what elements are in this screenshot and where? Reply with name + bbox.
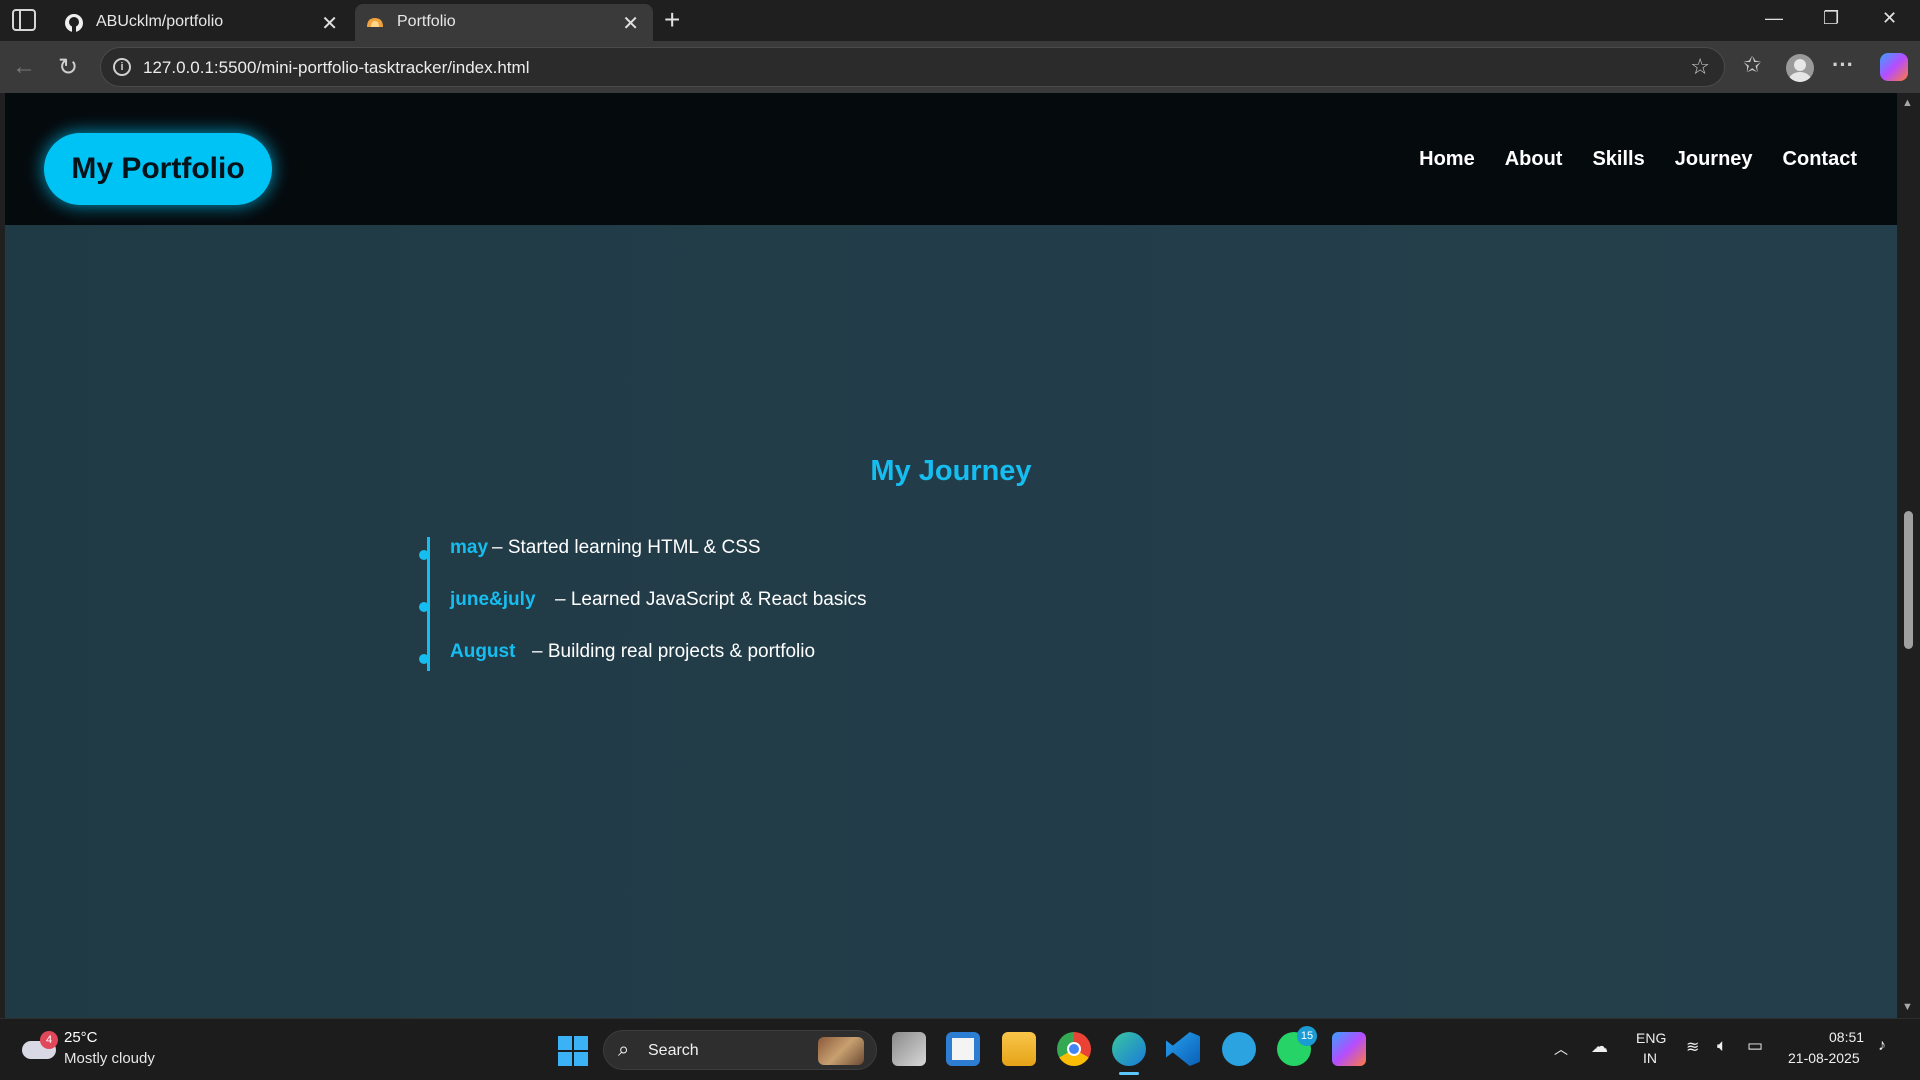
minimize-icon[interactable]: —	[1765, 8, 1783, 29]
timeline-dot	[419, 654, 429, 664]
scroll-up-icon[interactable]: ▲	[1902, 97, 1913, 109]
profile-avatar[interactable]	[1786, 54, 1814, 82]
site-nav: Home About Skills Journey Contact	[1419, 148, 1857, 171]
nav-link-about[interactable]: About	[1505, 148, 1563, 171]
browser-tab-strip: ABUcklm/portfolio ✕ Portfolio ✕ + — ❐ ✕	[0, 0, 1920, 41]
url-text[interactable]: 127.0.0.1:5500/mini-portfolio-tasktracke…	[143, 58, 529, 78]
timeline-date: june&july	[450, 589, 536, 610]
copilot-icon[interactable]	[1880, 53, 1908, 81]
weather-widget[interactable]: 4	[22, 1031, 58, 1059]
language-line2[interactable]: IN	[1643, 1050, 1657, 1066]
copilot-app-icon[interactable]	[1332, 1032, 1366, 1066]
favorites-icon[interactable]: ✩	[1743, 52, 1761, 78]
clock-date[interactable]: 21-08-2025	[1788, 1050, 1860, 1066]
timeline-date: August	[450, 641, 516, 662]
notification-bell-icon[interactable]: ♪	[1878, 1037, 1886, 1055]
clock-time[interactable]: 08:51	[1829, 1029, 1864, 1045]
weather-temp[interactable]: 25°C	[64, 1029, 98, 1046]
more-menu-icon[interactable]: ···	[1832, 52, 1854, 78]
taskbar: 4 25°C Mostly cloudy ⌕ Search 15 ︿ ☁ ENG…	[0, 1018, 1920, 1080]
weather-badge: 4	[40, 1031, 58, 1049]
battery-icon[interactable]: ▭	[1747, 1036, 1763, 1056]
weather-condition[interactable]: Mostly cloudy	[64, 1050, 155, 1067]
tab-close-icon[interactable]: ✕	[622, 11, 639, 36]
nav-link-home[interactable]: Home	[1419, 148, 1475, 171]
wifi-icon[interactable]: ≋	[1686, 1037, 1699, 1057]
tab-portfolio[interactable]: Portfolio ✕	[355, 4, 653, 41]
site-info-icon[interactable]: i	[113, 58, 131, 76]
timeline-dot	[419, 602, 429, 612]
vscode-icon[interactable]	[1166, 1032, 1200, 1066]
search-icon: ⌕	[618, 1039, 630, 1061]
journey-timeline: may – Started learning HTML & CSS june&j…	[419, 537, 1227, 671]
nav-link-skills[interactable]: Skills	[1592, 148, 1644, 171]
github-icon	[65, 14, 83, 32]
onedrive-icon[interactable]: ☁	[1591, 1037, 1608, 1057]
reload-icon[interactable]: ↻	[58, 53, 78, 82]
timeline-date: may	[450, 537, 489, 558]
microsoft-store-icon[interactable]	[946, 1032, 980, 1066]
tab-github[interactable]: ABUcklm/portfolio ✕	[54, 4, 352, 41]
portfolio-favicon-icon	[367, 18, 383, 27]
address-bar[interactable]: i 127.0.0.1:5500/mini-portfolio-tasktrac…	[100, 47, 1725, 87]
telegram-icon[interactable]	[1222, 1032, 1256, 1066]
tab-actions-icon[interactable]	[12, 9, 36, 31]
page-viewport: My Portfolio Home About Skills Journey C…	[5, 93, 1897, 1018]
window-close-icon[interactable]: ✕	[1882, 8, 1897, 29]
tab-title: ABUcklm/portfolio	[96, 13, 224, 30]
favorite-star-icon[interactable]: ☆	[1690, 54, 1710, 80]
scroll-down-icon[interactable]: ▼	[1902, 1001, 1913, 1013]
timeline-text: – Building real projects & portfolio	[532, 641, 816, 662]
file-explorer-icon[interactable]	[1002, 1032, 1036, 1066]
browser-toolbar: ← ↻ i 127.0.0.1:5500/mini-portfolio-task…	[0, 41, 1920, 93]
taskbar-search[interactable]: ⌕ Search	[603, 1030, 877, 1070]
whatsapp-icon[interactable]: 15	[1277, 1026, 1317, 1066]
whatsapp-badge: 15	[1297, 1026, 1317, 1046]
tab-close-icon[interactable]: ✕	[321, 11, 338, 36]
timeline-text: – Learned JavaScript & React basics	[555, 589, 867, 610]
timeline-dot	[419, 550, 429, 560]
task-view-icon[interactable]	[892, 1032, 926, 1066]
nav-link-journey[interactable]: Journey	[1675, 148, 1753, 171]
edge-icon[interactable]	[1112, 1032, 1146, 1075]
restore-icon[interactable]: ❐	[1823, 8, 1839, 29]
hidden-icons-chevron-icon[interactable]: ︿	[1554, 1039, 1568, 1059]
start-button[interactable]	[558, 1036, 588, 1066]
chrome-icon[interactable]	[1057, 1032, 1091, 1066]
back-icon[interactable]: ←	[12, 53, 36, 81]
search-label: Search	[648, 1042, 699, 1059]
site-logo[interactable]: My Portfolio	[44, 133, 272, 205]
new-tab-button[interactable]: +	[664, 4, 680, 36]
page-scrollbar[interactable]: ▲ ▼	[1897, 93, 1920, 1018]
language-line1[interactable]: ENG	[1636, 1030, 1666, 1046]
timeline-text: – Started learning HTML & CSS	[492, 537, 761, 558]
search-highlight-image	[818, 1037, 864, 1065]
site-header: My Portfolio Home About Skills Journey C…	[5, 93, 1897, 225]
nav-link-contact[interactable]: Contact	[1783, 148, 1857, 171]
scrollbar-thumb[interactable]	[1904, 511, 1913, 649]
volume-icon[interactable]: 🔈︎	[1717, 1036, 1727, 1056]
tab-title: Portfolio	[397, 13, 456, 30]
journey-heading: My Journey	[870, 455, 1032, 487]
